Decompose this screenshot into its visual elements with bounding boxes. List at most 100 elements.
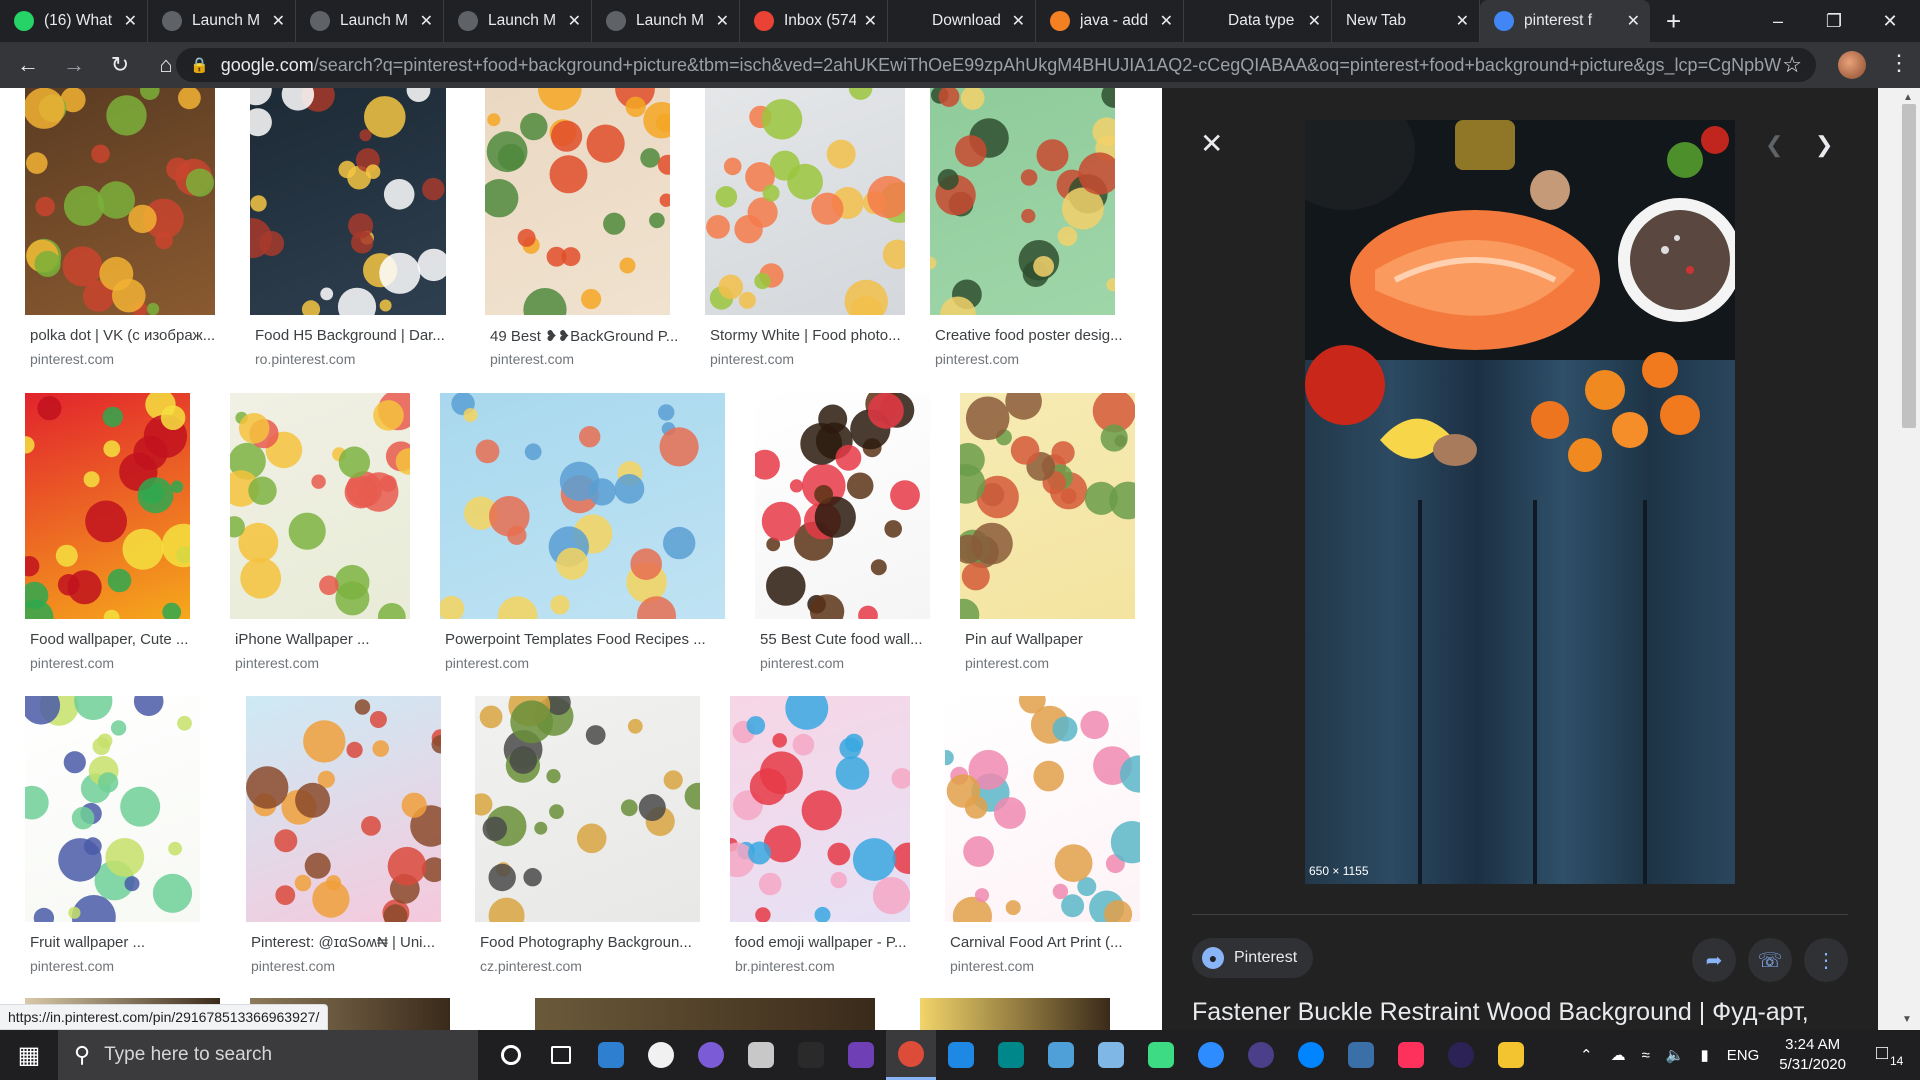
next-image-icon[interactable]: ❯ xyxy=(1815,132,1833,158)
instagram-icon[interactable] xyxy=(936,1030,986,1080)
mail-icon[interactable] xyxy=(586,1030,636,1080)
share-icon[interactable]: ➦ xyxy=(1692,938,1736,982)
close-tab-icon[interactable]: ✕ xyxy=(864,11,877,31)
preview-title[interactable]: Fastener Buckle Restraint Wood Backgroun… xyxy=(1192,998,1809,1027)
result-thumbnail[interactable] xyxy=(730,696,910,922)
clock[interactable]: 3:24 AM 5/31/2020 xyxy=(1779,1035,1846,1075)
result-title[interactable]: Fruit wallpaper ... xyxy=(30,934,215,951)
tab-2[interactable]: Launch M ✕ xyxy=(148,0,296,42)
tab-11[interactable]: pinterest f ✕ xyxy=(1480,0,1650,42)
result-thumbnail[interactable] xyxy=(535,998,875,1030)
show-hidden-icons[interactable]: ⌃ xyxy=(1580,1046,1593,1064)
tab-5[interactable]: Launch M ✕ xyxy=(592,0,740,42)
eclipse2-icon[interactable] xyxy=(1436,1030,1486,1080)
tab-9[interactable]: Data type ✕ xyxy=(1184,0,1332,42)
result-source[interactable]: pinterest.com xyxy=(445,655,529,671)
result-title[interactable]: Food wallpaper, Cute ... xyxy=(30,631,205,648)
result-source[interactable]: pinterest.com xyxy=(30,655,114,671)
restore-icon[interactable]: ❐ xyxy=(1806,0,1862,42)
result-source[interactable]: pinterest.com xyxy=(251,958,335,974)
close-tab-icon[interactable]: ✕ xyxy=(568,11,581,31)
save-bookmark-icon[interactable]: ☏ xyxy=(1748,938,1792,982)
result-title[interactable]: Powerpoint Templates Food Recipes ... xyxy=(445,631,740,648)
tab-1[interactable]: (16) What ✕ xyxy=(0,0,148,42)
reload-icon[interactable]: ↻ xyxy=(100,45,140,85)
tab-7[interactable]: Download ✕ xyxy=(888,0,1036,42)
tab-3[interactable]: Launch M ✕ xyxy=(296,0,444,42)
result-thumbnail[interactable] xyxy=(960,393,1135,619)
forward-icon[interactable]: → xyxy=(54,45,94,85)
podcast-icon[interactable] xyxy=(686,1030,736,1080)
scroll-down-icon[interactable]: ▼ xyxy=(1902,1014,1912,1025)
result-thumbnail[interactable] xyxy=(475,696,700,922)
result-thumbnail[interactable] xyxy=(25,393,190,619)
bookmark-star-icon[interactable]: ☆ xyxy=(1782,52,1802,78)
close-tab-icon[interactable]: ✕ xyxy=(420,11,433,31)
result-source[interactable]: ro.pinterest.com xyxy=(255,351,355,367)
close-tab-icon[interactable]: ✕ xyxy=(1012,11,1025,31)
result-thumbnail[interactable] xyxy=(755,393,930,619)
result-thumbnail[interactable] xyxy=(25,696,200,922)
close-window-icon[interactable]: ✕ xyxy=(1862,0,1918,42)
visual-studio-icon[interactable] xyxy=(836,1030,886,1080)
result-thumbnail[interactable] xyxy=(250,88,446,315)
back-icon[interactable]: ← xyxy=(8,45,48,85)
close-tab-icon[interactable]: ✕ xyxy=(1160,11,1173,31)
result-title[interactable]: Stormy White | Food photo... xyxy=(710,327,920,344)
itunes-icon[interactable] xyxy=(636,1030,686,1080)
zoom-icon[interactable] xyxy=(1186,1030,1236,1080)
tab-4[interactable]: Launch M ✕ xyxy=(444,0,592,42)
battery-icon[interactable]: ▮ xyxy=(1700,1046,1708,1064)
result-title[interactable]: polka dot | VK (с изображ... xyxy=(30,327,230,344)
result-thumbnail[interactable] xyxy=(230,393,410,619)
browser-menu-icon[interactable]: ⋮ xyxy=(1888,52,1910,74)
close-tab-icon[interactable]: ✕ xyxy=(1456,11,1469,31)
arduino-icon[interactable] xyxy=(986,1030,1036,1080)
windows-start-icon[interactable]: ▦ xyxy=(0,1030,58,1080)
cortana-icon[interactable] xyxy=(486,1030,536,1080)
result-thumbnail[interactable] xyxy=(920,998,1110,1030)
result-title[interactable]: Carnival Food Art Print (... xyxy=(950,934,1155,951)
result-source[interactable]: pinterest.com xyxy=(965,655,1049,671)
result-thumbnail[interactable] xyxy=(246,696,441,922)
notepad-icon[interactable] xyxy=(1086,1030,1136,1080)
notification-center-icon[interactable]: □ 14 xyxy=(1860,1030,1920,1080)
file-explorer-icon[interactable] xyxy=(1486,1030,1536,1080)
language-indicator[interactable]: ENG xyxy=(1727,1047,1760,1064)
result-source[interactable]: pinterest.com xyxy=(235,655,319,671)
epic-games-icon[interactable] xyxy=(786,1030,836,1080)
close-tab-icon[interactable]: ✕ xyxy=(124,11,137,31)
result-title[interactable]: Pin auf Wallpaper xyxy=(965,631,1150,648)
close-tab-icon[interactable]: ✕ xyxy=(1627,11,1640,31)
result-source[interactable]: pinterest.com xyxy=(950,958,1034,974)
volume-icon[interactable]: 🔈 xyxy=(1666,1046,1685,1064)
result-title[interactable]: Food Photography Backgroun... xyxy=(480,934,715,951)
tab-6[interactable]: Inbox (574 ✕ xyxy=(740,0,888,42)
taskbar-search[interactable]: ⚲ Type here to search xyxy=(58,1030,478,1080)
messenger-icon[interactable] xyxy=(1286,1030,1336,1080)
result-thumbnail[interactable] xyxy=(25,88,215,315)
package-icon[interactable] xyxy=(1036,1030,1086,1080)
eclipse-icon[interactable] xyxy=(1236,1030,1286,1080)
result-thumbnail[interactable] xyxy=(945,696,1140,922)
result-thumbnail[interactable] xyxy=(485,88,670,315)
vscode-icon[interactable] xyxy=(736,1030,786,1080)
address-bar[interactable]: 🔒 google.com/search?q=pinterest+food+bac… xyxy=(176,48,1816,82)
result-source[interactable]: pinterest.com xyxy=(30,958,114,974)
scrollbar-thumb[interactable] xyxy=(1902,104,1916,428)
close-tab-icon[interactable]: ✕ xyxy=(272,11,285,31)
result-title[interactable]: Creative food poster desig... xyxy=(935,327,1130,344)
result-title[interactable]: Pinterest: @ɪαSᴏʍ₦ | Uni... xyxy=(251,934,456,951)
result-thumbnail[interactable] xyxy=(930,88,1115,315)
result-source[interactable]: br.pinterest.com xyxy=(735,958,835,974)
sql-icon[interactable] xyxy=(1336,1030,1386,1080)
result-title[interactable]: iPhone Wallpaper ... xyxy=(235,631,425,648)
scroll-up-icon[interactable]: ▲ xyxy=(1903,92,1913,103)
avatar[interactable] xyxy=(1838,51,1866,79)
task-view-icon[interactable] xyxy=(536,1030,586,1080)
intellij-icon[interactable] xyxy=(1386,1030,1436,1080)
result-title[interactable]: 55 Best Cute food wall... xyxy=(760,631,945,648)
close-tab-icon[interactable]: ✕ xyxy=(716,11,729,31)
result-title[interactable]: food emoji wallpaper - P... xyxy=(735,934,925,951)
tab-10[interactable]: New Tab ✕ xyxy=(1332,0,1480,42)
